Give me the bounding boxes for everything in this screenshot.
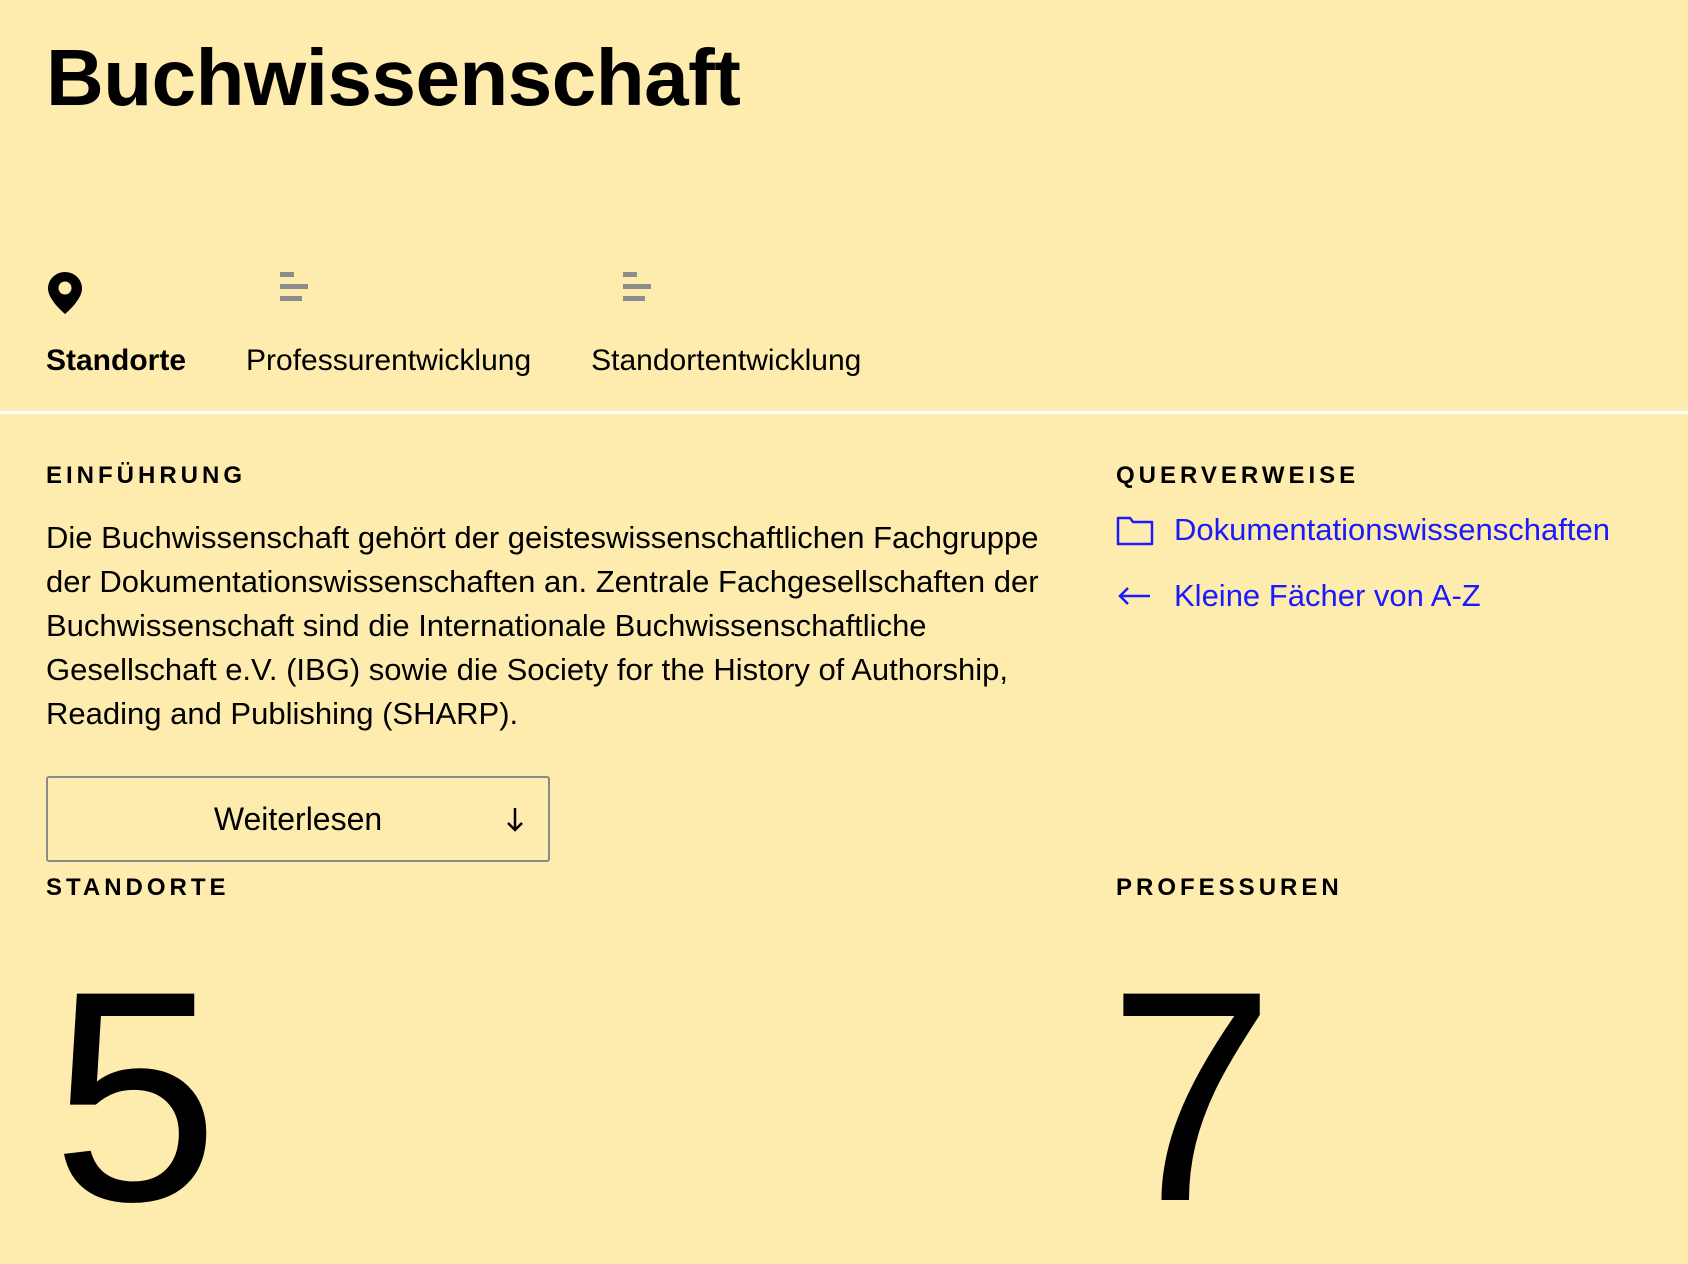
section-divider <box>0 411 1688 414</box>
view-tabs: Standorte Professurentwicklung Standorte… <box>46 270 921 378</box>
arrow-left-icon <box>1116 584 1174 608</box>
crossref-label: Dokumentationswissenschaften <box>1174 512 1610 547</box>
arrow-down-icon <box>504 802 526 839</box>
sites-heading: STANDORTE <box>46 874 230 901</box>
crossref-label: Kleine Fächer von A-Z <box>1174 578 1481 613</box>
bar-chart-icon <box>591 270 653 320</box>
tab-label: Standortentwicklung <box>591 344 862 377</box>
tab-standorte[interactable]: Standorte <box>46 270 186 378</box>
map-pin-icon <box>46 270 84 320</box>
tab-standortentwicklung[interactable]: Standortentwicklung <box>591 270 861 378</box>
tab-professurentwicklung[interactable]: Professurentwicklung <box>246 270 531 378</box>
crossref-list: Dokumentationswissenschaften Kleine Fäch… <box>1116 508 1610 640</box>
intro-heading: EINFÜHRUNG <box>46 462 246 489</box>
tab-label: Standorte <box>46 344 187 377</box>
crossref-link-dokumentationswissenschaften[interactable]: Dokumentationswissenschaften <box>1116 508 1610 552</box>
crossref-link-kleine-faecher[interactable]: Kleine Fächer von A-Z <box>1116 574 1610 618</box>
sites-count: 5 <box>52 928 219 1264</box>
read-more-button[interactable]: Weiterlesen <box>46 776 550 862</box>
page-title: Buchwissenschaft <box>46 33 741 122</box>
intro-text: Die Buchwissenschaft gehört der geistesw… <box>46 520 1039 731</box>
tab-label: Professurentwicklung <box>246 344 532 377</box>
read-more-label: Weiterlesen <box>213 800 383 837</box>
bar-chart-icon <box>246 270 310 320</box>
crossrefs-heading: QUERVERWEISE <box>1116 462 1360 489</box>
professorships-heading: PROFESSUREN <box>1116 874 1343 901</box>
professorships-count: 7 <box>1108 928 1275 1264</box>
folder-icon <box>1116 514 1174 546</box>
